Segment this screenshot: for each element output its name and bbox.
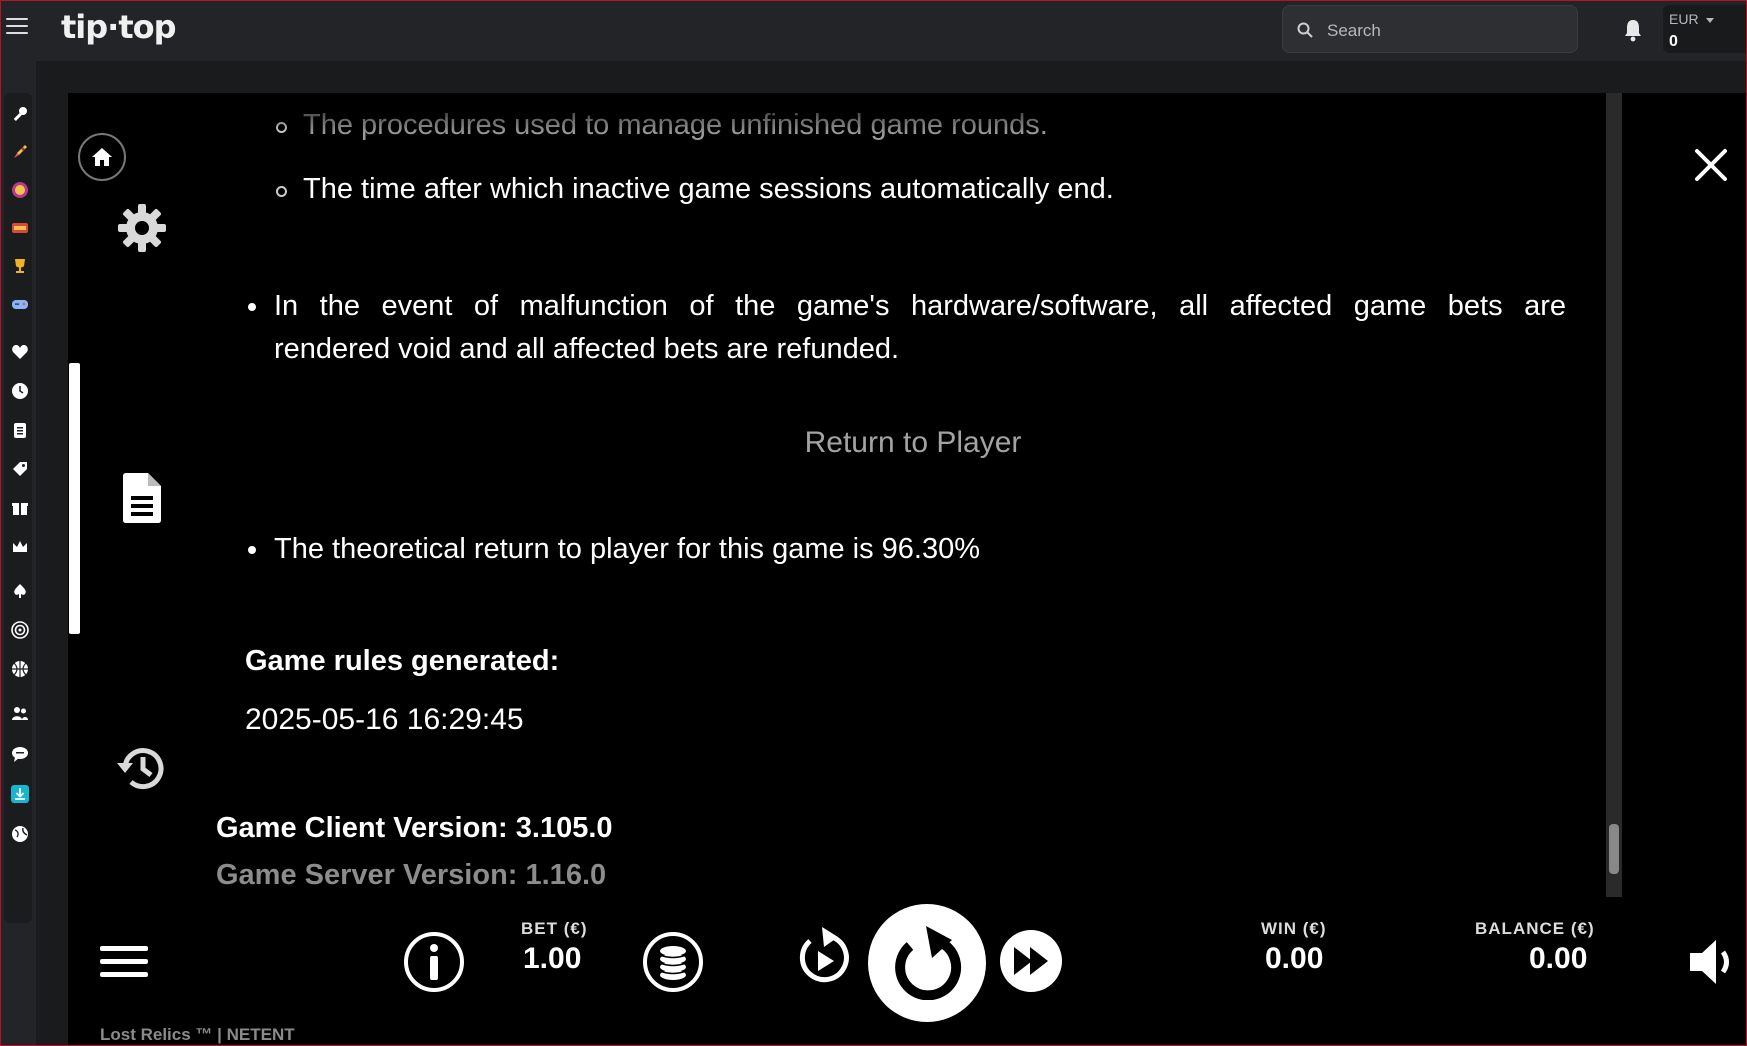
home-icon: [92, 148, 112, 166]
game-footer: Lost Relics ™ | NETENT: [100, 1025, 295, 1044]
wallet-selector[interactable]: EUR 0: [1663, 5, 1747, 53]
bullet-dot-icon: [248, 546, 256, 554]
rtp-section-title: Return to Player: [804, 426, 1022, 459]
users-icon[interactable]: [11, 704, 29, 722]
rules-sub-item: The procedures used to manage unfinished…: [276, 109, 1048, 142]
coin-stack-icon[interactable]: [642, 931, 704, 993]
spin-button[interactable]: [868, 904, 986, 1022]
fast-forward-icon: [1014, 947, 1048, 975]
document-icon[interactable]: [121, 472, 163, 524]
search-icon: [1297, 22, 1313, 38]
notification-bell-icon[interactable]: [1622, 18, 1644, 42]
heart-icon[interactable]: [11, 343, 29, 361]
spade-icon[interactable]: [11, 582, 29, 600]
rules-sub-item: The time after which inactive game sessi…: [276, 173, 1114, 206]
win-value: 0.00: [1265, 942, 1324, 975]
site-logo[interactable]: tip·top: [61, 8, 177, 46]
home-button[interactable]: [78, 133, 126, 181]
trophy-icon[interactable]: [11, 257, 29, 275]
gift-icon[interactable]: [11, 499, 29, 517]
rules-generated-value: 2025-05-16 16:29:45: [245, 703, 524, 736]
info-icon[interactable]: [403, 931, 465, 993]
wallet-balance: 0: [1669, 33, 1678, 50]
game-rules-panel[interactable]: The procedures used to manage unfinished…: [218, 93, 1608, 899]
spin-icon: [895, 926, 962, 1000]
store-icon[interactable]: [11, 219, 29, 237]
tag-icon[interactable]: [11, 460, 29, 478]
menu-scroll-indicator[interactable]: [69, 363, 80, 634]
top-header: tip·top Search EUR 0: [0, 0, 1747, 61]
balance-label: BALANCE (€): [1475, 919, 1595, 938]
wrench-icon[interactable]: [11, 105, 29, 123]
search-box[interactable]: Search: [1282, 5, 1578, 53]
ring-bullet-icon: [276, 186, 287, 197]
target-icon[interactable]: [11, 621, 29, 639]
download-icon[interactable]: [11, 785, 29, 803]
sound-icon[interactable]: [1688, 937, 1736, 987]
balance-value: 0.00: [1529, 942, 1588, 975]
gamepad-icon[interactable]: [11, 295, 29, 313]
win-label: WIN (€): [1261, 919, 1327, 938]
bullet-dot-icon: [248, 303, 256, 311]
rules-bullet-malfunction: In the event of malfunction of the game'…: [248, 285, 1566, 371]
close-icon[interactable]: [1694, 148, 1728, 182]
rules-generated-label: Game rules generated:: [245, 645, 560, 677]
clipboard-icon[interactable]: [11, 421, 29, 439]
search-input[interactable]: Search: [1327, 21, 1381, 41]
crown-icon[interactable]: [11, 538, 29, 556]
chevron-down-icon: [1706, 18, 1714, 23]
rules-scrollbar[interactable]: [1606, 93, 1622, 897]
bet-value: 1.00: [523, 942, 582, 975]
ring-bullet-icon: [276, 122, 287, 133]
rocket-icon[interactable]: [11, 143, 29, 161]
history-icon[interactable]: [115, 743, 169, 793]
rules-scrollbar-thumb[interactable]: [1609, 824, 1619, 874]
autoplay-icon[interactable]: [796, 925, 852, 987]
bet-label: BET (€): [521, 919, 588, 938]
hamburger-menu-icon[interactable]: [6, 18, 28, 38]
settings-icon[interactable]: [117, 203, 167, 253]
turbo-button[interactable]: [1000, 930, 1062, 992]
chat-icon[interactable]: [11, 745, 29, 763]
rules-bullet-rtp: The theoretical return to player for thi…: [248, 528, 980, 571]
sidebar-icon-strip: [4, 93, 32, 923]
client-version: Game Client Version: 3.105.0: [216, 812, 613, 844]
globe-icon[interactable]: [11, 825, 29, 843]
game-menu-icon[interactable]: [100, 945, 148, 979]
basketball-icon[interactable]: [11, 660, 29, 678]
server-version: Game Server Version: 1.16.0: [216, 859, 607, 891]
badge-icon[interactable]: [11, 181, 29, 199]
currency-label: EUR: [1669, 11, 1699, 27]
clock-icon[interactable]: [11, 382, 29, 400]
left-sidebar: [0, 61, 36, 1046]
